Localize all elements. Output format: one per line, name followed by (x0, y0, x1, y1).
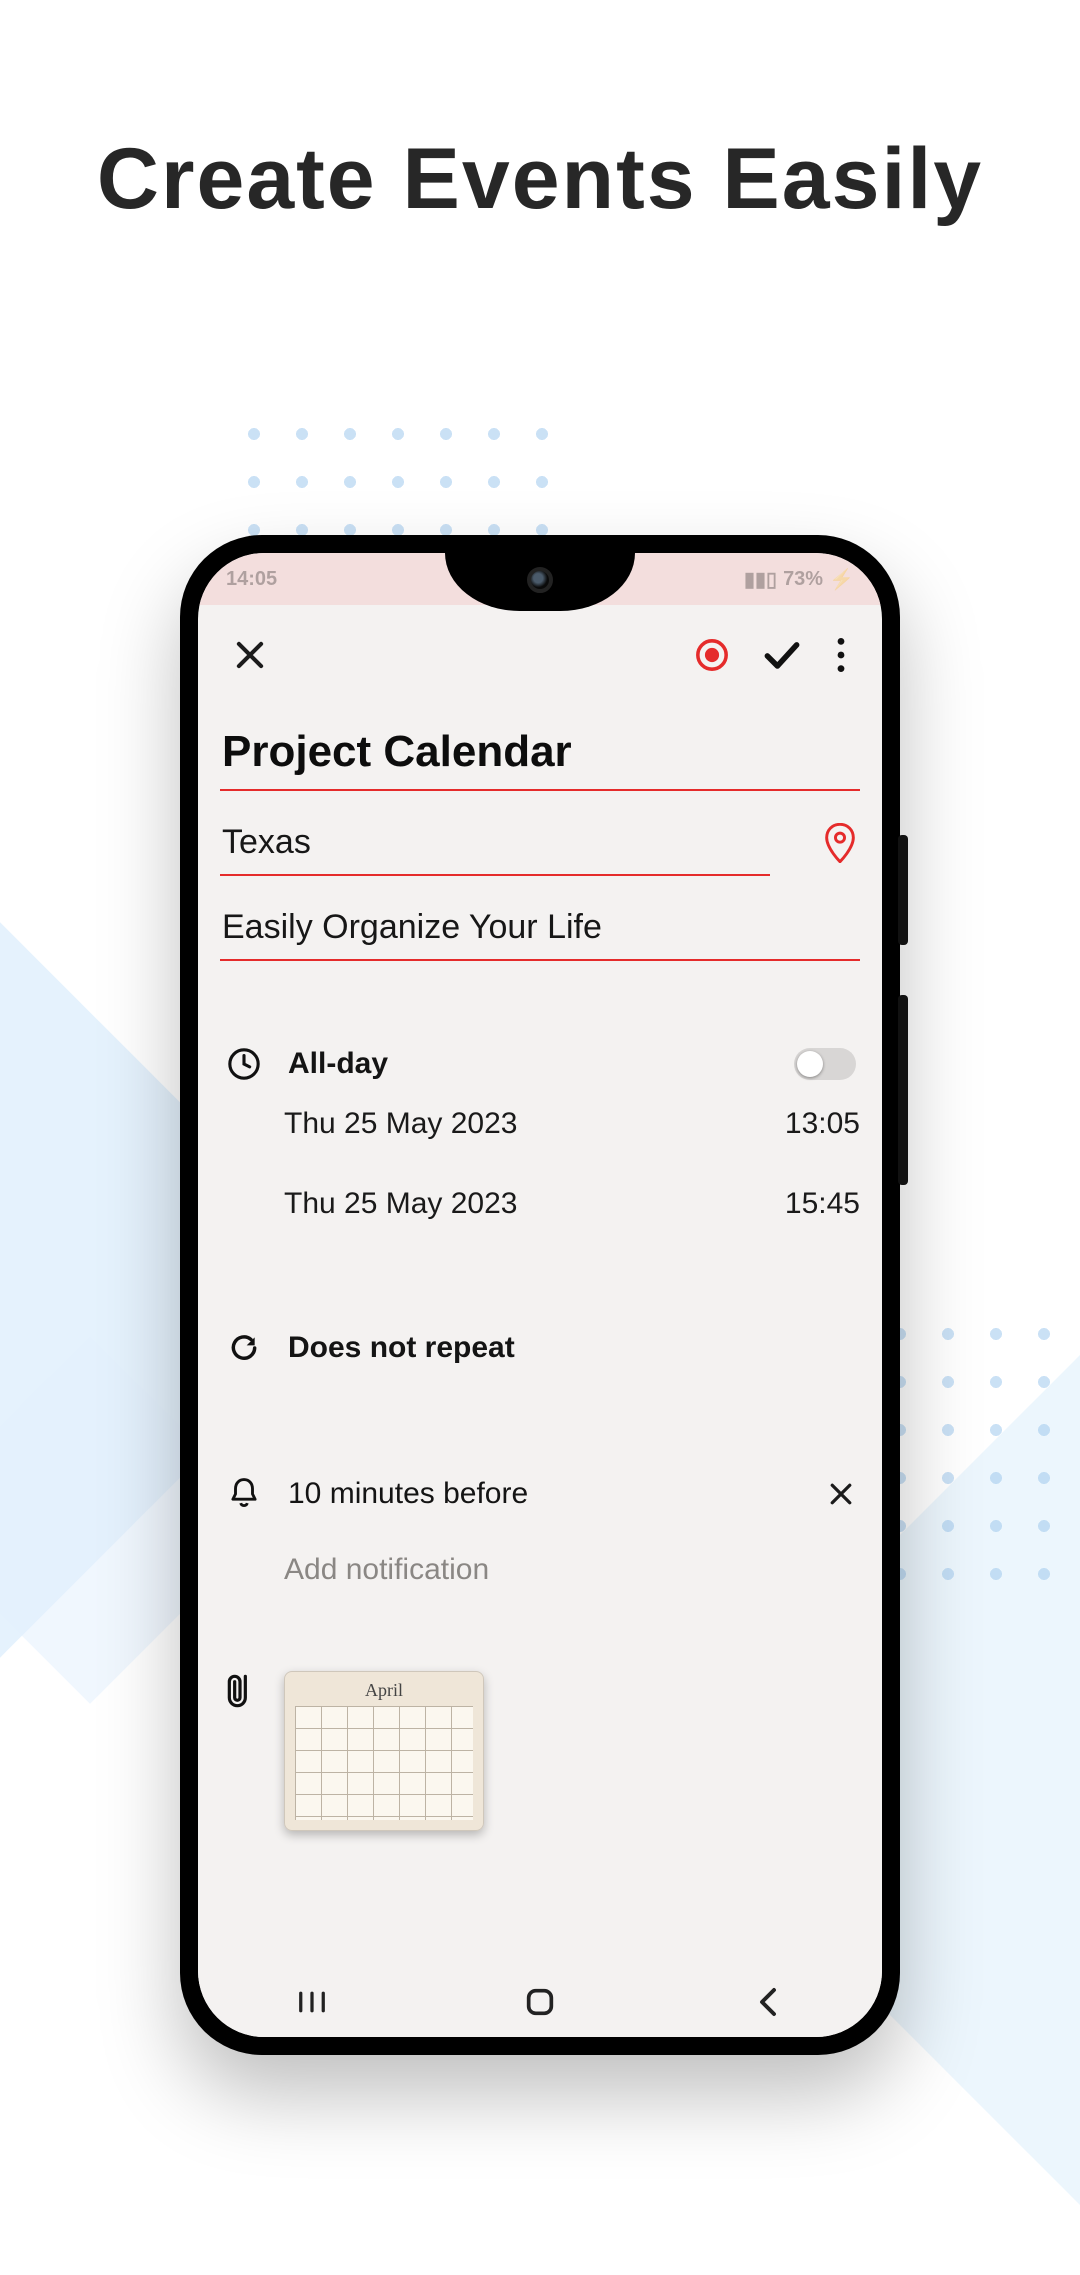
recent-icon (297, 1990, 327, 2014)
repeat-icon (224, 1332, 264, 1364)
repeat-label: Does not repeat (288, 1331, 856, 1365)
check-icon (760, 633, 804, 677)
phone-side-button (898, 835, 908, 945)
close-icon (826, 1479, 856, 1509)
status-charging-icon: ⚡ (829, 567, 854, 592)
promo-headline: Create Events Easily (0, 130, 1080, 229)
color-picker-button[interactable] (684, 627, 740, 683)
status-battery: 73% (783, 568, 823, 591)
notification-row[interactable]: 10 minutes before (220, 1463, 860, 1525)
phone-side-button (898, 995, 908, 1185)
remove-notification-button[interactable] (826, 1479, 856, 1509)
all-day-row: All-day (220, 1033, 860, 1095)
phone-screen: 14:05 ▮▮▯ 73% ⚡ (198, 553, 882, 2037)
event-location-input[interactable]: Texas (220, 809, 770, 876)
end-time: 15:45 (785, 1187, 860, 1221)
start-datetime-row[interactable]: Thu 25 May 2023 13:05 (220, 1107, 860, 1141)
nav-back-button[interactable] (743, 1977, 793, 2027)
close-button[interactable] (222, 627, 278, 683)
save-button[interactable] (754, 627, 810, 683)
end-date: Thu 25 May 2023 (284, 1187, 517, 1221)
app-bar (198, 605, 882, 693)
more-vertical-icon (837, 638, 845, 672)
all-day-toggle[interactable] (794, 1048, 856, 1080)
event-title-input[interactable]: Project Calendar (220, 713, 860, 791)
phone-frame: 14:05 ▮▮▯ 73% ⚡ (180, 535, 900, 2055)
nav-home-button[interactable] (515, 1977, 565, 2027)
close-icon (231, 636, 269, 674)
status-signal-icon: ▮▮▯ (744, 567, 777, 592)
more-options-button[interactable] (824, 627, 858, 683)
home-icon (523, 1985, 557, 2019)
notification-label: 10 minutes before (288, 1477, 802, 1511)
front-camera (527, 567, 553, 593)
nav-recent-button[interactable] (287, 1977, 337, 2027)
clock-icon (224, 1047, 264, 1081)
event-location-text: Texas (222, 823, 768, 862)
start-date: Thu 25 May 2023 (284, 1107, 517, 1141)
back-icon (755, 1987, 781, 2017)
all-day-label: All-day (288, 1047, 770, 1081)
status-time: 14:05 (226, 568, 277, 591)
event-title-text: Project Calendar (222, 727, 858, 777)
location-pin-icon (824, 823, 856, 863)
repeat-row[interactable]: Does not repeat (220, 1317, 860, 1379)
location-pin-button[interactable] (824, 823, 856, 863)
event-description-text: Easily Organize Your Life (222, 908, 858, 947)
start-time: 13:05 (785, 1107, 860, 1141)
attachment-icon[interactable] (224, 1671, 256, 1711)
record-circle-icon (695, 638, 729, 672)
attachment-thumbnail[interactable] (284, 1671, 484, 1831)
end-datetime-row[interactable]: Thu 25 May 2023 15:45 (220, 1187, 860, 1221)
event-description-input[interactable]: Easily Organize Your Life (220, 894, 860, 961)
add-notification-button[interactable]: Add notification (220, 1553, 860, 1587)
android-nav-bar (198, 1967, 882, 2037)
bell-icon (224, 1477, 264, 1511)
